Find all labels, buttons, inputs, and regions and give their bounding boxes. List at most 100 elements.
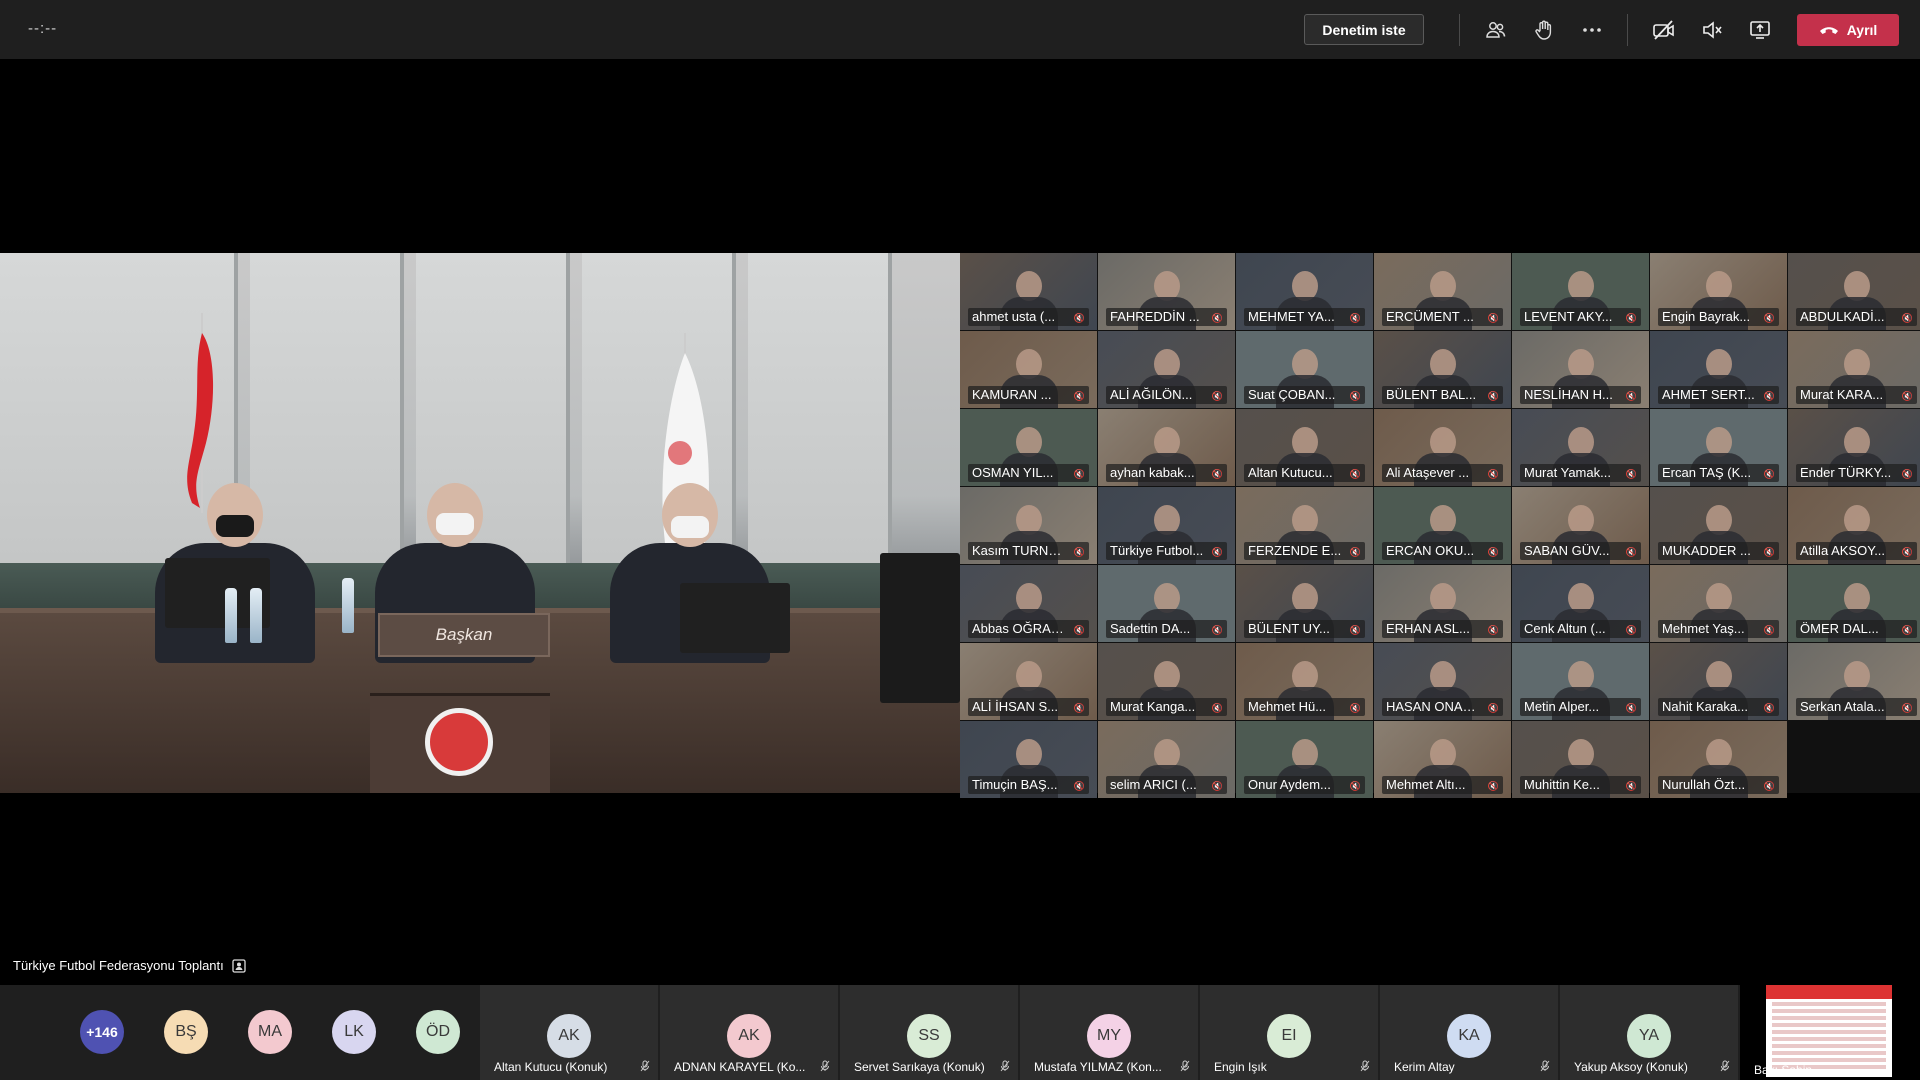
participant-video-tile[interactable]: Sadettin DA... 🔇 [1098,565,1235,642]
participant-video-tile[interactable]: Atilla AKSOY... 🔇 [1788,487,1920,564]
participant-name-label: FAHREDDİN ... [1106,308,1227,326]
participant-name-label: ERCÜMENT ... [1382,308,1503,326]
mic-muted-icon: 🔇 [1625,781,1637,791]
participant-video-tile[interactable]: Timuçin BAŞ... 🔇 [960,721,1097,798]
participant-roster-strip: +146 BŞ MA LK ÖD AK Altan Kutucu (Konuk) A… [0,985,1740,1080]
participant-video-tile[interactable]: KAMURAN ... 🔇 [960,331,1097,408]
mic-muted-icon: 🔇 [1211,469,1223,479]
avatar: AK [727,1014,771,1058]
participant-video-tile[interactable]: selim ARICI (... 🔇 [1098,721,1235,798]
participant-video-tile[interactable]: ayhan kabak... 🔇 [1098,409,1235,486]
participant-video-tile[interactable]: SABAN GÜV... 🔇 [1512,487,1649,564]
roster-participant-name: ADNAN KARAYEL (Ko... [674,1060,806,1074]
participant-video-tile[interactable]: Murat KARA... 🔇 [1788,331,1920,408]
participant-video-tile[interactable]: Nurullah Özt... 🔇 [1650,721,1787,798]
shared-content-thumbnail[interactable]: Bakı Şahin [1740,985,1920,1080]
participant-video-tile[interactable]: ALİ İHSAN S... 🔇 [960,643,1097,720]
participant-video-tile[interactable]: ERHAN ASL... 🔇 [1374,565,1511,642]
request-control-button[interactable]: Denetim iste [1304,14,1424,45]
avatar[interactable]: MA [248,1010,292,1054]
participant-video-tile[interactable]: FERZENDE E... 🔇 [1236,487,1373,564]
participant-video-tile[interactable]: MEHMET YA... 🔇 [1236,253,1373,330]
participant-video-tile[interactable]: Ercan TAŞ (K... 🔇 [1650,409,1787,486]
participant-name-label: HASAN ONAR... [1382,698,1503,716]
participant-video-tile[interactable]: HASAN ONAR... 🔇 [1374,643,1511,720]
participant-video-tile[interactable]: Türkiye Futbol... 🔇 [1098,487,1235,564]
participant-video-tile[interactable]: ERCAN OKU... 🔇 [1374,487,1511,564]
roster-participant-tile[interactable]: MY Mustafa YILMAZ (Kon... [1020,985,1198,1080]
speaker-mute-icon[interactable] [1696,14,1728,46]
mic-muted-icon: 🔇 [1625,547,1637,557]
mic-muted-icon: 🔇 [1625,313,1637,323]
participant-video-tile[interactable]: MUKADDER ... 🔇 [1650,487,1787,564]
roster-participant-tile[interactable]: AK ADNAN KARAYEL (Ko... [660,985,838,1080]
participant-video-tile[interactable]: Engin Bayrak... 🔇 [1650,253,1787,330]
participant-video-tile[interactable]: Mehmet Altı... 🔇 [1374,721,1511,798]
participant-video-tile[interactable]: Altan Kutucu... 🔇 [1236,409,1373,486]
avatar[interactable]: ÖD [416,1010,460,1054]
participant-video-tile[interactable]: Onur Aydem... 🔇 [1236,721,1373,798]
nameplate: Başkan [378,613,550,657]
participant-name-label: Ali Ataşever ... [1382,464,1503,482]
raise-hand-icon[interactable] [1528,14,1560,46]
participant-video-tile[interactable]: Mehmet Yaş... 🔇 [1650,565,1787,642]
participant-video-tile[interactable]: Mehmet Hü... 🔇 [1236,643,1373,720]
participant-video-tile[interactable]: Murat Yamak... 🔇 [1512,409,1649,486]
roster-participant-tile[interactable]: EI Engin Işık [1200,985,1378,1080]
participant-video-tile[interactable]: LEVENT AKY... 🔇 [1512,253,1649,330]
participants-icon[interactable] [1480,14,1512,46]
participant-video-tile[interactable]: Ender TÜRKY... 🔇 [1788,409,1920,486]
person-card-icon[interactable] [232,958,246,973]
participant-name-label: Cenk Altun (... [1520,620,1641,638]
room-video-feed[interactable]: Başkan [0,253,960,793]
participant-video-tile[interactable]: ALİ AĞILÖN... 🔇 [1098,331,1235,408]
participant-name-label: Ercan TAŞ (K... [1658,464,1779,482]
roster-participant-tile[interactable]: YA Yakup Aksoy (Konuk) [1560,985,1738,1080]
participant-video-tile[interactable]: Kasım TURNA... 🔇 [960,487,1097,564]
participant-video-tile[interactable]: ahmet usta (... 🔇 [960,253,1097,330]
participant-video-tile[interactable]: Ali Ataşever ... 🔇 [1374,409,1511,486]
participant-name-label: NESLİHAN H... [1520,386,1641,404]
roster-participant-tile[interactable]: SS Servet Sarıkaya (Konuk) [840,985,1018,1080]
share-screen-icon[interactable] [1744,14,1776,46]
participant-name-label: ALİ İHSAN S... [968,698,1089,716]
participant-video-tile[interactable]: ERCÜMENT ... 🔇 [1374,253,1511,330]
participant-video-tile[interactable]: Murat Kanga... 🔇 [1098,643,1235,720]
meeting-timer: --:-- [28,20,58,37]
participant-name-label: MEHMET YA... [1244,308,1365,326]
participant-video-tile[interactable]: Metin Alper... 🔇 [1512,643,1649,720]
participant-video-tile[interactable]: OSMAN YIL... 🔇 [960,409,1097,486]
roster-participant-tile[interactable]: KA Kerim Altay [1380,985,1558,1080]
roster-participant-tile[interactable]: AK Altan Kutucu (Konuk) [480,985,658,1080]
avatar: MY [1087,1014,1131,1058]
participant-video-tile[interactable]: Abbas OĞRAŞ... 🔇 [960,565,1097,642]
water-bottle [225,588,237,643]
participant-video-tile[interactable]: BÜLENT BAL... 🔇 [1374,331,1511,408]
leave-button[interactable]: Ayrıl [1797,14,1899,46]
participant-video-tile[interactable]: Muhittin Ke... 🔇 [1512,721,1649,798]
participant-video-tile[interactable]: Nahit Karaka... 🔇 [1650,643,1787,720]
more-options-icon[interactable] [1576,14,1608,46]
participant-video-tile[interactable]: NESLİHAN H... 🔇 [1512,331,1649,408]
participant-video-tile[interactable]: Serkan Atala... 🔇 [1788,643,1920,720]
avatar[interactable]: LK [332,1010,376,1054]
mic-muted-icon: 🔇 [1901,313,1913,323]
meeting-title-text: Türkiye Futbol Federasyonu Toplantı [13,958,224,973]
participant-name-label: Nahit Karaka... [1658,698,1779,716]
participant-name-label: ERHAN ASL... [1382,620,1503,638]
participant-video-tile[interactable]: Cenk Altun (... 🔇 [1512,565,1649,642]
mic-muted-icon: 🔇 [1073,703,1085,713]
participant-video-tile[interactable]: BÜLENT UY... 🔇 [1236,565,1373,642]
participant-video-tile[interactable]: Suat ÇOBAN... 🔇 [1236,331,1373,408]
mic-muted-icon: 🔇 [1349,781,1361,791]
participant-name-label: ERCAN OKU... [1382,542,1503,560]
participant-name-label: ABDULKADİ... [1796,308,1917,326]
participant-name-label: Engin Bayrak... [1658,308,1779,326]
more-participants-avatar[interactable]: +146 [80,1010,124,1054]
camera-off-icon[interactable] [1648,14,1680,46]
participant-video-tile[interactable]: FAHREDDİN ... 🔇 [1098,253,1235,330]
participant-video-tile[interactable]: AHMET SERT... 🔇 [1650,331,1787,408]
avatar[interactable]: BŞ [164,1010,208,1054]
participant-video-tile[interactable]: ABDULKADİ... 🔇 [1788,253,1920,330]
participant-video-tile[interactable]: ÖMER DAL... 🔇 [1788,565,1920,642]
